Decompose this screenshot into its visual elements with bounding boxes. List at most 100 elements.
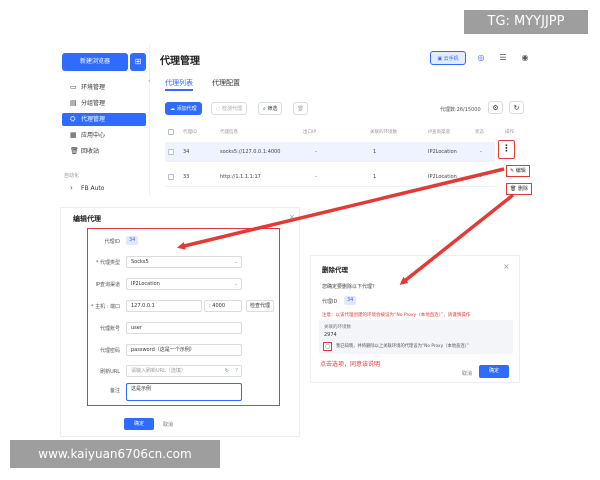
row-checkbox[interactable] bbox=[168, 174, 174, 180]
edit-confirm-button[interactable]: 确定 bbox=[124, 418, 154, 430]
delete-menu-item[interactable]: 🗑 删除 bbox=[506, 183, 532, 195]
sidebar-item-label: FB Auto bbox=[81, 185, 105, 192]
proxy-account-label: 代理账号 bbox=[99, 326, 120, 332]
refresh-icon[interactable]: ↻ bbox=[509, 101, 524, 114]
sidebar-item-proxy[interactable]: ⛭ 代理管理 bbox=[62, 113, 146, 126]
delete-label: 删除 bbox=[517, 186, 528, 192]
proxy-id-label: 代理ID bbox=[104, 239, 120, 245]
host-port-label: * 主机 : 端口 bbox=[91, 304, 120, 310]
env-count-label: 关联的环境数 bbox=[324, 325, 351, 330]
support-icon[interactable]: ◎ bbox=[474, 51, 488, 65]
sidebar-item-label: 应用中心 bbox=[81, 132, 106, 139]
proxy-type-label: * 代理类型 bbox=[95, 260, 120, 266]
fb-auto-icon: › bbox=[70, 184, 73, 192]
refresh-url-placeholder: 请输入刷新URL（选填） bbox=[131, 368, 186, 374]
sidebar-collapse-icon[interactable]: ‹ bbox=[148, 77, 156, 87]
recycle-bin-icon: 🗑 bbox=[70, 147, 79, 155]
refresh-url-input[interactable]: 请输入刷新URL（选填） ↻ ? bbox=[126, 365, 242, 377]
trash-icon: 🗑 bbox=[510, 186, 517, 192]
ip-channel-label: IP查询渠道 bbox=[95, 282, 121, 288]
active-tab-indicator bbox=[165, 89, 193, 91]
proxy-account-input[interactable]: user bbox=[126, 322, 242, 334]
delete-cancel-button[interactable]: 取消 bbox=[462, 370, 472, 377]
close-icon[interactable]: × bbox=[289, 213, 295, 221]
sidebar-item-app-center[interactable]: ▦ 应用中心 bbox=[60, 129, 146, 142]
filter-button[interactable]: ⌕ 筛选 bbox=[258, 102, 283, 115]
close-icon[interactable]: × bbox=[503, 262, 510, 271]
table-row[interactable]: 33 http://1.1.1.1:17 - 1 IP2Location - bbox=[165, 167, 495, 187]
cell-status: - bbox=[480, 149, 482, 155]
delete-selected-button[interactable]: 🗑 bbox=[293, 102, 308, 115]
delete-question: 您确定要删除以下代理？ bbox=[322, 284, 378, 290]
url-watermark: www.kaiyuan6706cn.com bbox=[10, 440, 220, 468]
sidebar-item-fb-auto[interactable]: › FB Auto bbox=[60, 182, 146, 195]
avatar[interactable]: ◉ bbox=[518, 51, 532, 65]
sidebar-item-group[interactable]: ▤ 分组管理 bbox=[60, 97, 146, 110]
sidebar-item-label: 回收站 bbox=[81, 148, 100, 155]
settings-icon[interactable]: ⚙ bbox=[488, 101, 503, 114]
refresh-icon[interactable]: ↻ bbox=[225, 366, 229, 376]
row-checkbox[interactable] bbox=[168, 149, 174, 155]
app-center-icon: ▦ bbox=[70, 131, 77, 139]
cell-channel: IP2Location bbox=[428, 149, 457, 155]
cell-envs: 1 bbox=[373, 174, 377, 180]
table-header: 代理ID 代理信息 出口IP 关联的环境数 IP查询渠道 状态 操作 bbox=[165, 127, 525, 139]
cloud-phone-button[interactable]: ▣ 云手机 bbox=[430, 51, 466, 65]
delete-proxy-title: 删除代理 bbox=[322, 266, 348, 274]
new-browser-dropdown-button[interactable]: ⊞ bbox=[130, 53, 146, 71]
new-browser-button[interactable]: 新建浏览器 bbox=[62, 53, 128, 71]
tab-proxy-list[interactable]: 代理列表 bbox=[165, 78, 193, 88]
cell-channel: IP2Location bbox=[428, 174, 457, 180]
ip-channel-value: IP2Location bbox=[131, 281, 160, 287]
table-row[interactable]: 34 socks5://127.0.0.1:4000 - 1 IP2Locati… bbox=[165, 142, 495, 162]
delete-confirm-button[interactable]: 确定 bbox=[479, 365, 509, 378]
check-proxy-inline-button[interactable]: 检查代理 bbox=[246, 300, 274, 312]
refresh-url-label: 刷新URL bbox=[100, 369, 120, 375]
select-all-checkbox[interactable] bbox=[168, 129, 174, 135]
sidebar: 新建浏览器 ⊞ ▭ 环境管理 ▤ 分组管理 ⛭ 代理管理 ▦ 应用中心 🗑 回收站 自动化… bbox=[60, 45, 150, 195]
automation-section-label: 自动化 bbox=[64, 173, 80, 179]
chevron-down-icon: ⌄ bbox=[233, 281, 238, 287]
menu-icon[interactable]: ☰ bbox=[496, 51, 510, 65]
add-proxy-button[interactable]: ☁ 添加代理 bbox=[165, 102, 202, 115]
environment-icon: ▭ bbox=[70, 83, 77, 91]
sidebar-item-environment[interactable]: ▭ 环境管理 bbox=[60, 81, 146, 94]
tab-proxy-config[interactable]: 代理配置 bbox=[212, 78, 240, 88]
column-header: 操作 bbox=[505, 130, 514, 135]
ip-channel-select[interactable]: IP2Location ⌄ bbox=[126, 278, 242, 290]
proxy-icon: ⛭ bbox=[70, 115, 76, 123]
check-proxy-button[interactable]: ◌ 检测代理 bbox=[211, 102, 247, 115]
proxy-id-value: 34 bbox=[126, 236, 139, 245]
remark-textarea[interactable]: 这是示例 bbox=[126, 383, 242, 401]
cell-ip: - bbox=[315, 149, 317, 155]
proxy-password-label: 代理密码 bbox=[99, 348, 120, 354]
edit-proxy-title: 编辑代理 bbox=[73, 215, 101, 223]
cell-info: socks5://127.0.0.1:4000 bbox=[220, 149, 281, 155]
proxy-type-select[interactable]: Socks5 ⌄ bbox=[126, 256, 242, 268]
edit-icon: ✎ bbox=[510, 168, 515, 174]
sidebar-item-recycle-bin[interactable]: 🗑 回收站 bbox=[60, 145, 146, 158]
cloud-phone-icon: ▣ bbox=[437, 56, 443, 62]
proxy-password-input[interactable]: password（这是一个示例） bbox=[126, 344, 242, 356]
sidebar-item-label: 分组管理 bbox=[81, 100, 106, 107]
column-header: 关联的环境数 bbox=[370, 130, 397, 135]
proxy-count: 代理数:26/15000 bbox=[440, 107, 481, 113]
edit-cancel-button[interactable]: 取消 bbox=[163, 421, 173, 428]
delete-proxy-dialog: 删除代理 × 您确定要删除以下代理？ 代理ID 34 注意：以该代理创建的环境会… bbox=[310, 255, 520, 383]
sidebar-item-label: 代理管理 bbox=[81, 116, 106, 123]
cloud-phone-label: 云手机 bbox=[443, 56, 459, 62]
more-actions-button[interactable]: ⋮ bbox=[498, 140, 515, 159]
check-proxy-label: 检测代理 bbox=[221, 106, 242, 112]
port-input[interactable]: : 4000 bbox=[204, 300, 242, 312]
remark-label: 备注 bbox=[109, 388, 120, 394]
edit-menu-item[interactable]: ✎ 编辑 bbox=[506, 165, 530, 177]
env-count-value: 2974 bbox=[324, 332, 337, 338]
cloud-add-icon: ☁ bbox=[170, 106, 175, 112]
host-input[interactable]: 127.0.0.1 bbox=[126, 300, 202, 312]
agree-checkbox[interactable]: ○ bbox=[323, 342, 332, 351]
delete-warning: 注意：以该代理创建的环境会被设为“No Proxy（本地直连）”，请谨慎操作 bbox=[322, 313, 471, 318]
delete-id-value: 34 bbox=[344, 296, 357, 305]
proxy-type-value: Socks5 bbox=[131, 259, 149, 265]
column-header: 状态 bbox=[475, 130, 484, 135]
help-icon: ? bbox=[235, 368, 238, 374]
